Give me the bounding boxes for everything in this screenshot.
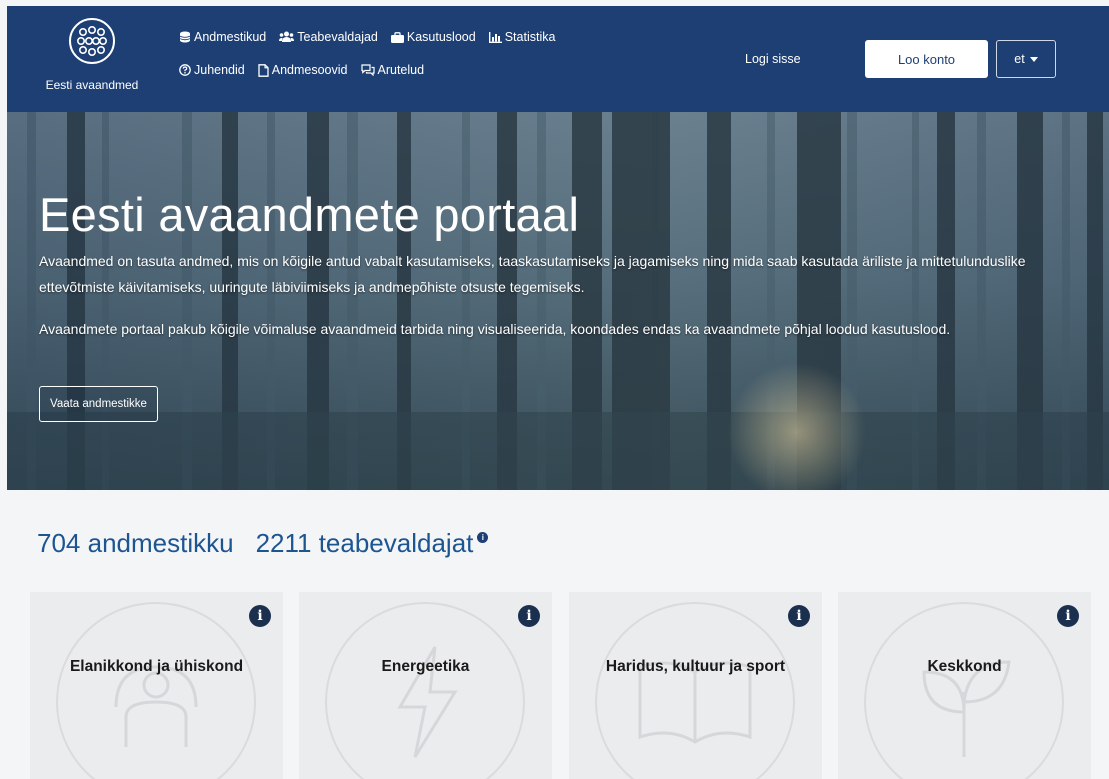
site-name: Eesti avaandmed [45, 78, 139, 92]
info-icon[interactable]: i [477, 532, 489, 543]
book-icon [595, 602, 795, 779]
nav-label: Andmesoovid [271, 63, 348, 77]
nav-item-kasutuslood[interactable]: Kasutuslood [390, 30, 476, 44]
category-title: Keskkond [927, 658, 1002, 675]
users-icon [279, 31, 295, 42]
language-select[interactable]: et [996, 40, 1056, 78]
hero-banner: Eesti avaandmete portaal Avaandmed on ta… [7, 112, 1109, 490]
view-datasets-button[interactable]: Vaata andmestikke [39, 386, 158, 422]
nav-label: Teabevaldajad [297, 30, 378, 44]
stats-bar: 704 andmestikku 2211 teabevaldajat i [37, 528, 489, 559]
nav-item-arutelud[interactable]: Arutelud [360, 63, 425, 77]
caret-down-icon [1029, 56, 1038, 62]
hero-title: Eesti avaandmete portaal [39, 188, 580, 241]
category-card-energeetika[interactable]: i Energeetika [299, 592, 552, 779]
nav-row-secondary: Juhendid Andmesoovid Arutelud [179, 61, 555, 79]
hero-portal-text: Avaandmete portaal pakub kõigile võimalu… [39, 321, 951, 337]
info-icon[interactable]: i [1057, 605, 1079, 627]
category-card-haridus[interactable]: i Haridus, kultuur ja sport [569, 592, 822, 779]
info-icon[interactable]: i [249, 605, 271, 627]
nav-label: Kasutuslood [406, 30, 476, 44]
create-account-button[interactable]: Loo konto [865, 40, 988, 78]
nav-item-teabevaldajad[interactable]: Teabevaldajad [279, 30, 378, 44]
question-circle-icon [179, 64, 191, 76]
category-title: Energeetika [381, 658, 470, 675]
nav-label: Arutelud [377, 63, 425, 77]
leaf-icon [864, 602, 1064, 779]
category-title: Elanikkond ja ühiskond [69, 658, 244, 675]
datasets-count-link[interactable]: 704 andmestikku [37, 528, 234, 559]
main-nav: Andmestikud Teabevaldajad Kasutuslood St… [179, 28, 555, 79]
language-value: et [1014, 52, 1025, 66]
publishers-count-link[interactable]: 2211 teabevaldajat [256, 528, 474, 558]
nav-item-andmesoovid[interactable]: Andmesoovid [258, 63, 348, 77]
category-card-elanikkond[interactable]: i Elanikkond ja ühiskond [30, 592, 283, 779]
hero-intro-text: Avaandmed on tasuta andmed, mis on kõigi… [39, 253, 1026, 295]
nav-item-juhendid[interactable]: Juhendid [179, 63, 245, 77]
nav-row-primary: Andmestikud Teabevaldajad Kasutuslood St… [179, 28, 555, 46]
info-icon[interactable]: i [788, 605, 810, 627]
hero-overlay [7, 112, 1109, 490]
database-icon [179, 31, 191, 43]
nav-label: Statistika [504, 30, 556, 44]
publishers-count-wrap: 2211 teabevaldajat i [256, 528, 489, 559]
people-icon [56, 602, 256, 779]
category-card-keskkond[interactable]: i Keskkond [838, 592, 1091, 779]
file-icon [258, 63, 269, 77]
login-link[interactable]: Logi sisse [745, 52, 801, 66]
lightning-icon [325, 602, 525, 779]
site-header: Eesti avaandmed Andmestikud Teabevaldaja… [7, 6, 1109, 112]
logo-mark-icon [69, 18, 115, 64]
nav-label: Juhendid [194, 63, 245, 77]
nav-item-statistika[interactable]: Statistika [488, 30, 556, 44]
nav-item-andmestikud[interactable]: Andmestikud [179, 30, 266, 44]
nav-label: Andmestikud [194, 30, 267, 44]
bar-chart-icon [488, 31, 502, 43]
info-icon[interactable]: i [518, 605, 540, 627]
comments-icon [360, 64, 375, 76]
briefcase-icon [390, 31, 404, 43]
category-title: Haridus, kultuur ja sport [605, 658, 786, 675]
site-logo[interactable]: Eesti avaandmed [42, 18, 142, 92]
